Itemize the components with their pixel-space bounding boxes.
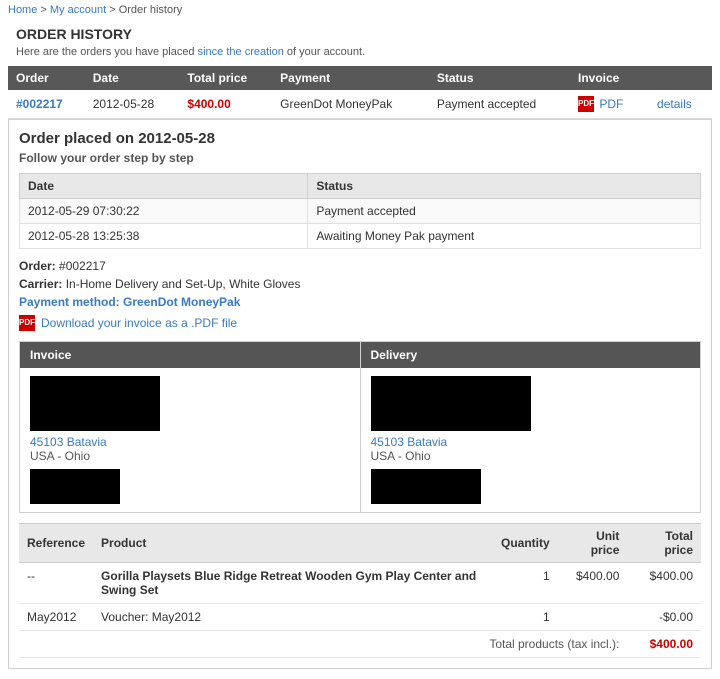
order-payment: GreenDot MoneyPak	[272, 90, 429, 119]
prod-unit-1: $400.00	[558, 563, 628, 604]
col-payment: Payment	[272, 66, 429, 90]
page-title: ORDER HISTORY	[8, 20, 712, 44]
pdf-link[interactable]: PDF	[599, 97, 623, 111]
col-order: Order	[8, 66, 85, 90]
page-subtitle: Here are the orders you have placed sinc…	[8, 44, 712, 66]
products-table: Reference Product Quantity Unit price To…	[19, 523, 701, 658]
breadcrumb-current: Order history	[119, 4, 183, 16]
prod-col-product: Product	[93, 524, 493, 563]
delivery-address-box: Delivery 45103 Batavia USA - Ohio	[361, 342, 701, 512]
delivery-phone-block	[371, 469, 481, 504]
order-pdf-cell: PDF PDF	[570, 90, 645, 119]
order-detail-subtitle: Follow your order step by step	[19, 151, 701, 165]
steps-table: Date Status 2012-05-29 07:30:22 Payment …	[19, 173, 701, 249]
order-row: #002217 2012-05-28 $400.00 GreenDot Mone…	[8, 90, 712, 119]
address-section: Invoice 45103 Batavia USA - Ohio Deliver…	[19, 341, 701, 513]
delivery-header: Delivery	[361, 342, 701, 368]
download-row: PDF Download your invoice as a .PDF file	[19, 315, 701, 331]
col-invoice: Invoice	[570, 66, 712, 90]
order-status: Payment accepted	[429, 90, 570, 119]
invoice-country: USA - Ohio	[30, 449, 350, 463]
step-status-2: Awaiting Money Pak payment	[308, 224, 701, 249]
order-total: $400.00	[187, 97, 230, 111]
payment-method-row: Payment method: GreenDot MoneyPak	[19, 295, 701, 309]
invoice-content: 45103 Batavia USA - Ohio	[20, 368, 360, 512]
prod-qty-2: 1	[493, 604, 558, 631]
step-date-2: 2012-05-28 13:25:38	[20, 224, 308, 249]
prod-col-total: Total price	[627, 524, 701, 563]
payment-method-value: GreenDot MoneyPak	[123, 295, 240, 309]
invoice-phone-block	[30, 469, 120, 504]
pdf-icon: PDF	[578, 96, 594, 112]
invoice-header: Invoice	[20, 342, 360, 368]
prod-unit-2	[558, 604, 628, 631]
delivery-city: 45103 Batavia	[371, 435, 691, 449]
download-pdf-link[interactable]: Download your invoice as a .PDF file	[41, 316, 237, 330]
step-status-1: Payment accepted	[308, 199, 701, 224]
order-detail-title: Order placed on 2012-05-28	[19, 130, 701, 147]
invoice-city: 45103 Batavia	[30, 435, 350, 449]
step-date-1: 2012-05-29 07:30:22	[20, 199, 308, 224]
prod-col-qty: Quantity	[493, 524, 558, 563]
invoice-address-box: Invoice 45103 Batavia USA - Ohio	[20, 342, 360, 512]
total-products-value: $400.00	[627, 631, 701, 658]
invoice-name-block	[30, 376, 160, 431]
product-row-1: -- Gorilla Playsets Blue Ridge Retreat W…	[19, 563, 701, 604]
product-row-2: May2012 Voucher: May2012 1 -$0.00	[19, 604, 701, 631]
details-link[interactable]: details	[657, 97, 692, 111]
orders-table: Order Date Total price Payment Status In…	[8, 66, 712, 119]
total-products-label: Total products (tax incl.):	[19, 631, 627, 658]
prod-ref-2: May2012	[19, 604, 93, 631]
delivery-content: 45103 Batavia USA - Ohio	[361, 368, 701, 512]
order-date: 2012-05-28	[85, 90, 180, 119]
pdf-icon-download: PDF	[19, 315, 35, 331]
prod-col-ref: Reference	[19, 524, 93, 563]
carrier-row: Carrier: In-Home Delivery and Set-Up, Wh…	[19, 277, 701, 291]
order-number-row: Order: #002217	[19, 259, 701, 273]
order-detail-box: Order placed on 2012-05-28 Follow your o…	[8, 119, 712, 669]
steps-col-status: Status	[308, 174, 701, 199]
steps-col-date: Date	[20, 174, 308, 199]
prod-name-1: Gorilla Playsets Blue Ridge Retreat Wood…	[93, 563, 493, 604]
total-products-row: Total products (tax incl.): $400.00	[19, 631, 701, 658]
prod-qty-1: 1	[493, 563, 558, 604]
delivery-country: USA - Ohio	[371, 449, 691, 463]
prod-col-unit: Unit price	[558, 524, 628, 563]
col-date: Date	[85, 66, 180, 90]
step-row-2: 2012-05-28 13:25:38 Awaiting Money Pak p…	[20, 224, 701, 249]
prod-total-1: $400.00	[627, 563, 701, 604]
step-row-1: 2012-05-29 07:30:22 Payment accepted	[20, 199, 701, 224]
col-total-price: Total price	[179, 66, 272, 90]
col-status: Status	[429, 66, 570, 90]
delivery-name-block	[371, 376, 531, 431]
prod-name-2: Voucher: May2012	[93, 604, 493, 631]
breadcrumb: Home > My account > Order history	[0, 0, 720, 20]
prod-total-2: -$0.00	[627, 604, 701, 631]
order-id-link[interactable]: #002217	[16, 97, 63, 111]
prod-ref-1: --	[19, 563, 93, 604]
breadcrumb-my-account[interactable]: My account	[50, 4, 106, 16]
breadcrumb-home[interactable]: Home	[8, 4, 37, 16]
